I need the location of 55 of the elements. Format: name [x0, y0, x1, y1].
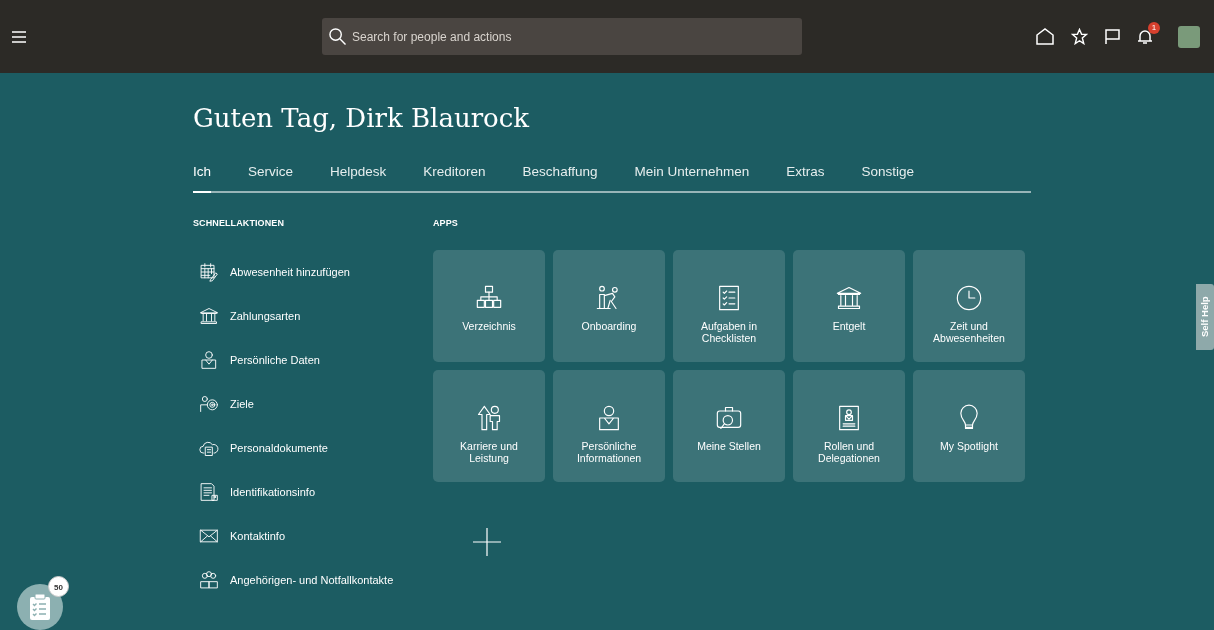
star-icon — [1071, 28, 1088, 45]
notification-count: 1 — [1148, 21, 1160, 34]
home-icon — [1036, 28, 1054, 45]
home-button[interactable] — [1036, 28, 1054, 45]
app-tile[interactable]: Persönliche Informationen — [553, 369, 665, 482]
tasks-button[interactable] — [17, 584, 63, 630]
quick-action-link[interactable]: Personaldokumente — [199, 436, 328, 459]
section-heading: SCHNELLAKTIONEN — [193, 217, 285, 231]
quick-action-link[interactable]: Ziele — [199, 392, 254, 415]
people-icon — [199, 569, 219, 590]
app-tile[interactable]: Zeit und Abwesenheiten — [913, 249, 1025, 362]
favorites-button[interactable] — [1071, 28, 1088, 45]
calendar-icon — [199, 261, 219, 282]
app-tile[interactable]: Meine Stellen — [673, 369, 785, 482]
section-heading: APPS — [433, 217, 459, 231]
app-tile[interactable]: Aufgaben in Checklisten — [673, 249, 785, 362]
nav-tab[interactable]: Service — [248, 162, 294, 194]
menu-icon — [12, 30, 26, 43]
greeting-heading: Guten Tag, Dirk Blaurock — [193, 102, 531, 135]
app-tile[interactable]: Verzeichnis — [433, 249, 545, 362]
search-field[interactable]: Search for people and actions — [322, 18, 802, 55]
career-icon — [475, 403, 503, 432]
bell-icon — [1137, 28, 1153, 45]
plus-icon — [473, 527, 501, 556]
quick-action-link[interactable]: Angehörigen- und Notfallkontakte — [199, 568, 394, 591]
quick-action-link[interactable]: Abwesenheit hinzufügen — [199, 260, 350, 283]
quick-action-link[interactable]: Persönliche Daten — [199, 348, 320, 371]
add-button[interactable] — [473, 527, 501, 556]
app-tile[interactable]: Onboarding — [553, 249, 665, 362]
user-avatar[interactable] — [1178, 25, 1200, 48]
app-tile[interactable]: Entgelt — [793, 249, 905, 362]
task-count: 50 — [48, 576, 69, 597]
nav-tab[interactable]: Sonstige — [861, 162, 915, 194]
nav-tab[interactable]: Ich — [193, 162, 211, 194]
nav-tab[interactable]: Mein Unternehmen — [634, 162, 750, 194]
notifications-button[interactable]: 1 — [1137, 21, 1160, 45]
app-tile[interactable]: Rollen und Delegationen — [793, 369, 905, 482]
quick-action-link[interactable]: Identifikationsinfo — [199, 480, 315, 503]
flag-icon — [1105, 29, 1120, 44]
app-tile[interactable]: My Spotlight — [913, 369, 1025, 482]
quick-action-link[interactable]: Zahlungsarten — [199, 304, 301, 327]
nav-tab[interactable]: Extras — [786, 162, 825, 194]
person-icon — [199, 349, 219, 370]
target-icon — [199, 393, 219, 414]
nav-tab[interactable]: Kreditoren — [423, 162, 486, 194]
menu-button[interactable] — [12, 30, 26, 43]
nav-tab[interactable]: Helpdesk — [330, 162, 387, 194]
app-tile[interactable]: Karriere und Leistung — [433, 369, 545, 482]
clipboard-icon — [29, 594, 51, 620]
quick-action-link[interactable]: Kontaktinfo — [199, 524, 286, 547]
document-icon — [199, 481, 219, 502]
clock-icon — [955, 283, 983, 312]
nav-tab[interactable]: Beschaffung — [522, 162, 598, 194]
flag-button[interactable] — [1105, 29, 1120, 44]
bank-icon — [199, 305, 219, 326]
